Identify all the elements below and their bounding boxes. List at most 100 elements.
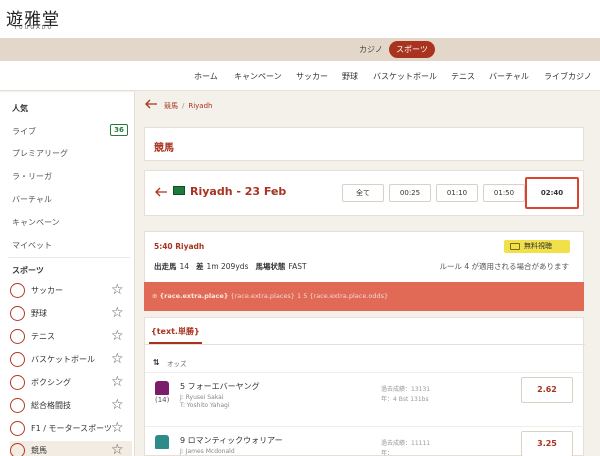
runner-horse-name: ロマンティックウォリアー <box>187 436 283 445</box>
sidebar: 人気 ライブ 36 プレミアリーグ ラ・リーガ バーチャル キャンペーン マイベ… <box>0 92 135 456</box>
chevron-down-icon[interactable]: ⌵ <box>270 186 278 197</box>
alert-text: {race.extra.places} 1 5 {race.extra.plac… <box>230 292 389 300</box>
runner-name: 9 ロマンティックウォリアー <box>180 435 283 446</box>
free-stream-label: 無料視聴 <box>524 242 552 250</box>
tennis-ball-icon <box>10 329 25 344</box>
sidebar-divider <box>8 257 130 258</box>
runner-name: 5 フォーエバーヤング <box>180 381 260 392</box>
market-divider <box>145 344 585 345</box>
favorite-star-icon[interactable]: ☆ <box>111 305 124 321</box>
runners-value: 14 <box>179 262 190 271</box>
sidebar-sport-boxing[interactable]: ボクシング ☆ <box>10 373 132 393</box>
sidebar-heading-popular: 人気 <box>12 104 28 113</box>
boxing-glove-icon <box>10 375 25 390</box>
going-value: FAST <box>288 262 307 271</box>
sidebar-sport-mma[interactable]: 総合格闘技 ☆ <box>10 396 132 416</box>
nav-item-soccer[interactable]: サッカー <box>296 71 328 82</box>
runner-form: 過去成績：13131 <box>381 386 431 393</box>
race-back-arrow-icon[interactable] <box>154 187 168 197</box>
favorite-star-icon[interactable]: ☆ <box>111 351 124 367</box>
time-tab-all[interactable]: 全て <box>342 184 384 202</box>
breadcrumb-item-horse-racing[interactable]: 競馬 <box>164 102 178 110</box>
nav-item-campaign[interactable]: キャンペーン <box>234 71 282 82</box>
nav-item-virtual[interactable]: バーチャル <box>489 71 529 82</box>
nav-item-live-casino[interactable]: ライブカジノ <box>544 71 592 82</box>
favorite-star-icon[interactable]: ☆ <box>111 442 124 456</box>
sidebar-sport-soccer[interactable]: サッカー ☆ <box>10 281 132 301</box>
nav-item-tennis[interactable]: テニス <box>451 71 475 82</box>
logo-bar: 遊雅堂 YUUGADO <box>0 0 600 38</box>
race-selector-panel: Riyadh - 23 Feb ⌵ 全て 00:25 01:10 01:50 0… <box>144 170 584 216</box>
nav-item-baseball[interactable]: 野球 <box>342 71 358 82</box>
runners-key: 出走馬 <box>154 262 177 271</box>
runner-row: (14) 5 フォーエバーヤング J: Ryusei Sakai T: Yosh… <box>145 372 585 420</box>
nav-item-basketball[interactable]: バスケットボール <box>373 71 437 82</box>
sidebar-sport-horse-racing[interactable]: 競馬 ☆ <box>10 441 132 456</box>
odds-button[interactable]: 3.25 <box>521 431 573 456</box>
sidebar-sport-label: ボクシング <box>31 378 71 387</box>
breadcrumb-item-riyadh[interactable]: Riyadh <box>188 102 212 110</box>
market-panel: {text.単勝} ⇅ オッズ (14) 5 フォーエバーヤング J: Ryus… <box>144 317 585 456</box>
market-tab-win[interactable]: {text.単勝} <box>149 326 202 344</box>
sidebar-item-campaign[interactable]: キャンペーン <box>12 217 60 228</box>
info-circle-icon: ⊕ <box>152 292 158 300</box>
sidebar-item-premier-league[interactable]: プレミアリーグ <box>12 148 68 159</box>
favorite-star-icon[interactable]: ☆ <box>111 420 124 436</box>
sidebar-sport-baseball[interactable]: 野球 ☆ <box>10 304 132 324</box>
page-title: 競馬 <box>154 143 174 154</box>
time-tab-0240[interactable]: 02:40 <box>525 177 579 209</box>
going-key: 馬場状態 <box>255 262 286 271</box>
sidebar-item-virtual[interactable]: バーチャル <box>12 194 52 205</box>
place-terms-alert: ⊕ {race.extra.place} {race.extra.places}… <box>144 282 584 311</box>
saudi-flag-icon <box>173 186 185 195</box>
jockey-silk-icon <box>155 435 169 449</box>
time-tab-0150[interactable]: 01:50 <box>483 184 525 202</box>
alert-code: {race.extra.place} <box>159 292 229 300</box>
favorite-star-icon[interactable]: ☆ <box>111 374 124 390</box>
sidebar-sport-motorsport[interactable]: F1 / モータースポーツ ☆ <box>10 419 132 439</box>
product-casino-link[interactable]: カジノ <box>359 44 383 55</box>
favorite-star-icon[interactable]: ☆ <box>111 397 124 413</box>
time-tab-0110[interactable]: 01:10 <box>436 184 478 202</box>
race-info-panel: 5:40 Riyadh 無料視聴 出走馬 14 差 1m 209yds 馬場状態 FAST… <box>144 231 584 284</box>
sidebar-sport-basketball[interactable]: バスケットボール ☆ <box>10 350 132 370</box>
runner-number: 9 <box>180 436 186 445</box>
sidebar-heading-sports: スポーツ <box>12 266 44 275</box>
jockey-silk-icon <box>155 381 169 395</box>
sidebar-sport-label: F1 / モータースポーツ <box>31 424 112 433</box>
runner-row: 9 ロマンティックウォリアー J: James Mcdonald 過去成績：11… <box>145 426 585 456</box>
baseball-icon <box>10 306 25 321</box>
back-arrow-icon[interactable] <box>144 99 158 109</box>
sidebar-item-my-bets[interactable]: マイベット <box>12 240 52 251</box>
sort-icon[interactable]: ⇅ <box>153 358 160 367</box>
runner-form: 過去成績：11111 <box>381 440 431 447</box>
soccer-ball-icon <box>10 283 25 298</box>
favorite-star-icon[interactable]: ☆ <box>111 282 124 298</box>
odds-header: オッズ <box>167 360 187 368</box>
sidebar-item-live[interactable]: ライブ <box>12 126 36 137</box>
sidebar-sport-label: 競馬 <box>31 446 47 455</box>
odds-button[interactable]: 2.62 <box>521 377 573 403</box>
basketball-icon <box>10 352 25 367</box>
diff-key: 差 <box>196 262 204 271</box>
horse-racing-icon <box>10 443 25 456</box>
nav-item-home[interactable]: ホーム <box>194 71 218 82</box>
sidebar-sport-tennis[interactable]: テニス ☆ <box>10 327 132 347</box>
race-time-title: 5:40 Riyadh <box>154 242 205 251</box>
product-sports-link[interactable]: スポーツ <box>389 41 435 58</box>
sidebar-item-la-liga[interactable]: ラ・リーガ <box>12 171 52 182</box>
favorite-star-icon[interactable]: ☆ <box>111 328 124 344</box>
free-stream-button[interactable]: 無料視聴 <box>504 240 570 253</box>
page-title-panel: 競馬 <box>144 127 584 161</box>
runner-horse-name: フォーエバーヤング <box>187 382 260 391</box>
rule4-note: ルール 4 が適用される場合があります <box>439 262 569 271</box>
sidebar-sport-label: 野球 <box>31 309 47 318</box>
mma-glove-icon <box>10 398 25 413</box>
breadcrumb: 競馬 / Riyadh <box>164 101 212 111</box>
main-nav: ホーム キャンペーン サッカー 野球 バスケットボール テニス バーチャル ライ… <box>0 61 600 91</box>
runner-trainer: T: Yoshito Yahagi <box>180 402 230 409</box>
sidebar-sport-label: 総合格闘技 <box>31 401 71 410</box>
time-tab-0025[interactable]: 00:25 <box>389 184 431 202</box>
tv-icon <box>510 243 520 250</box>
runner-jockey: J: James Mcdonald <box>180 448 235 455</box>
